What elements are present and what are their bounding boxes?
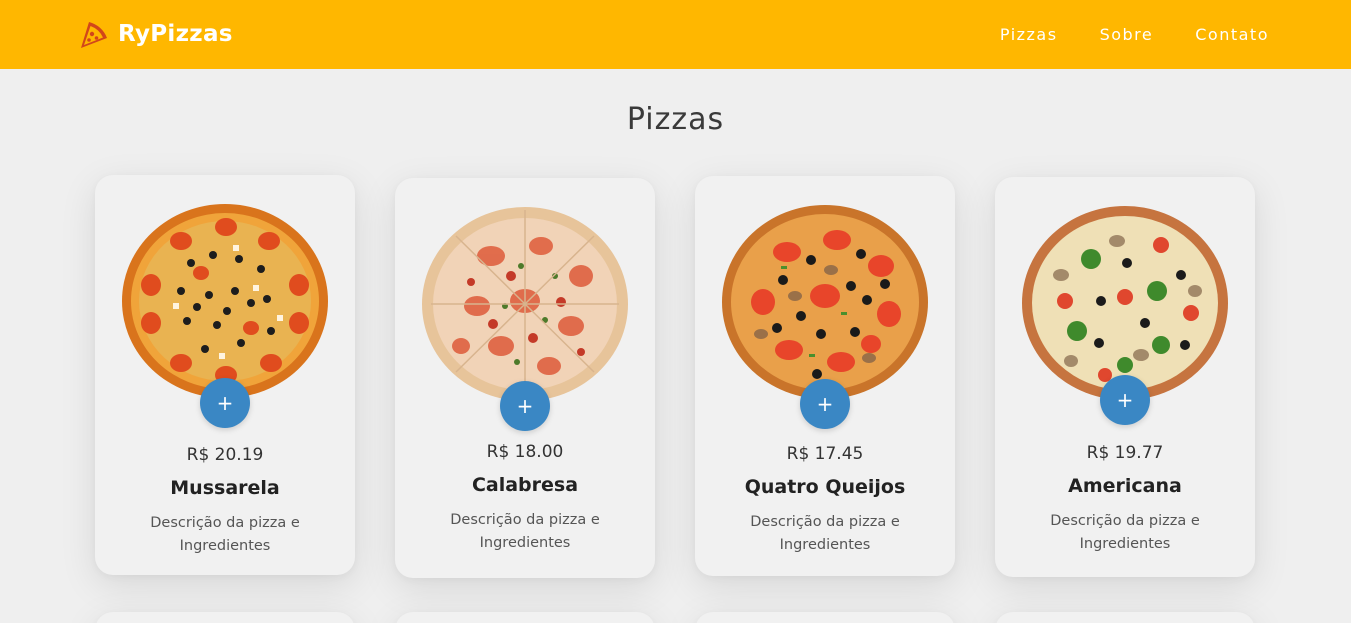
pizza-card: [395, 612, 655, 623]
pizza-name: Calabresa: [471, 474, 579, 496]
pizza-image: [122, 204, 328, 398]
pizza-description: Descrição da pizza e Ingredientes: [1050, 513, 1200, 552]
pizza-slice-icon: [81, 22, 107, 48]
pizza-card: + R$ 20.19 Mussarela Descrição da pizza …: [95, 175, 355, 575]
add-to-cart-button[interactable]: +: [500, 381, 550, 431]
header: RyPizzas Pizzas Sobre Contato: [0, 0, 1351, 69]
nav-link-pizzas[interactable]: Pizzas: [1000, 25, 1058, 44]
pizza-description: Descrição da pizza e Ingredientes: [150, 515, 300, 554]
pizza-image: [1022, 206, 1228, 400]
pizza-price: R$ 17.45: [786, 444, 864, 464]
pizza-image: [722, 205, 928, 399]
main-nav: Pizzas Sobre Contato: [1000, 0, 1269, 69]
add-to-cart-button[interactable]: +: [800, 379, 850, 429]
pizza-price: R$ 19.77: [1086, 443, 1164, 463]
nav-link-contato[interactable]: Contato: [1195, 25, 1269, 44]
nav-link-sobre[interactable]: Sobre: [1100, 25, 1154, 44]
pizza-image: [422, 207, 628, 401]
pizza-card: + R$ 19.77 Americana Descrição da pizza …: [995, 177, 1255, 577]
pizza-name: Mussarela: [170, 477, 280, 499]
page-title: Pizzas: [626, 102, 725, 137]
pizza-name: Quatro Queijos: [744, 476, 906, 498]
brand-logo[interactable]: RyPizzas: [78, 16, 233, 52]
pizza-description: Descrição da pizza e Ingredientes: [450, 512, 600, 551]
pizza-name: Americana: [1068, 475, 1182, 497]
pizza-card: [995, 612, 1255, 623]
pizza-description: Descrição da pizza e Ingredientes: [750, 514, 900, 553]
brand-name: RyPizzas: [118, 21, 233, 47]
add-to-cart-button[interactable]: +: [1100, 375, 1150, 425]
pizza-card: [695, 612, 955, 623]
pizza-price: R$ 20.19: [186, 445, 264, 465]
add-to-cart-button[interactable]: +: [200, 378, 250, 428]
pizza-card: + R$ 18.00 Calabresa Descrição da pizza …: [395, 178, 655, 578]
pizza-card: + R$ 17.45 Quatro Queijos Descrição da p…: [695, 176, 955, 576]
pizza-price: R$ 18.00: [486, 442, 564, 462]
pizza-card: [95, 612, 355, 623]
